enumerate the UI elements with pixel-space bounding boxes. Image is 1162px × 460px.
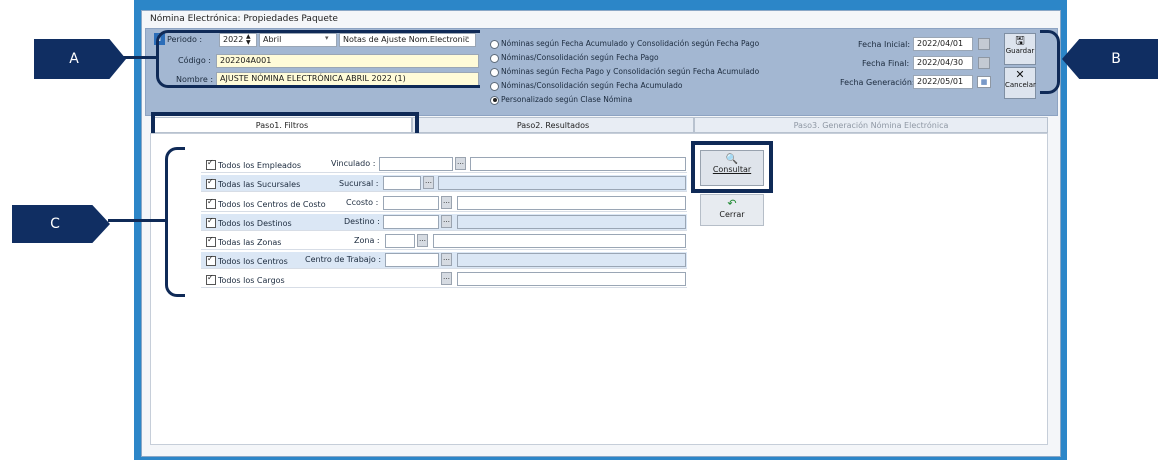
centro-input[interactable]	[385, 253, 439, 267]
check-label-ccosto: Todos los Centros de Costo	[218, 200, 326, 209]
checkbox-empleados[interactable]	[206, 158, 216, 170]
option-4-label: Nóminas/Consolidación según Fecha Acumul…	[501, 81, 683, 90]
option-3-label: Nóminas según Fecha Pago y Consolidación…	[501, 67, 760, 76]
lookup-icon-2[interactable]: …	[423, 176, 434, 189]
callout-b: B	[1062, 39, 1158, 79]
fecha-inicial-label: Fecha Inicial:	[858, 40, 911, 49]
cancelar-button[interactable]: ✕ Cancelar	[1004, 67, 1036, 99]
checkbox-destinos[interactable]	[206, 216, 216, 228]
tab-resultados[interactable]: Paso2. Resultados	[412, 117, 694, 133]
field-label-centro-trabajo: Centro de Trabajo :	[305, 255, 382, 264]
checkbox-sucursales[interactable]	[206, 177, 216, 189]
check-label-cargos: Todos los Cargos	[218, 276, 285, 285]
lookup-icon[interactable]: …	[455, 157, 466, 170]
zona-input[interactable]	[385, 234, 415, 248]
radio-icon[interactable]	[490, 39, 499, 49]
field-label-destino: Destino :	[344, 217, 380, 226]
undo-icon: ↶	[727, 197, 737, 210]
option-2[interactable]: Nóminas/Consolidación según Fecha Pago	[490, 53, 659, 63]
sucursal-input[interactable]	[383, 176, 421, 190]
vinculado-desc	[470, 157, 686, 171]
cancelar-label: Cancelar	[1005, 81, 1036, 89]
bracket-b	[1040, 30, 1060, 94]
floppy-disk-icon: 🖫	[1015, 34, 1025, 47]
filter-row-sucursales: Todas las Sucursales Sucursal : …	[201, 175, 687, 192]
destino-desc	[457, 215, 686, 229]
lookup-icon-3[interactable]: …	[441, 196, 452, 209]
calendar-icon[interactable]: ▦	[977, 76, 991, 88]
connector-a	[120, 56, 158, 59]
date-picker-icon-2[interactable]	[978, 57, 990, 69]
lookup-icon-6[interactable]: …	[441, 253, 452, 266]
filter-row-zonas: Todas las Zonas Zona : …	[201, 233, 687, 250]
checkbox-zonas[interactable]	[206, 235, 216, 247]
ccosto-desc	[457, 196, 686, 210]
field-label-sucursal: Sucursal :	[339, 179, 379, 188]
option-group: Nóminas según Fecha Acumulado y Consolid…	[490, 33, 790, 117]
bracket-a	[156, 30, 480, 88]
lookup-icon-7[interactable]: …	[441, 272, 452, 285]
bracket-c	[165, 147, 185, 297]
cerrar-label: Cerrar	[719, 210, 745, 219]
filter-row-empleados: Todos los Empleados Vinculado : …	[201, 156, 687, 173]
check-label-zonas: Todas las Zonas	[218, 238, 282, 247]
check-label-sucursales: Todas las Sucursales	[218, 180, 301, 189]
option-1[interactable]: Nóminas según Fecha Acumulado y Consolid…	[490, 39, 759, 49]
radio-icon[interactable]	[490, 53, 499, 63]
guardar-label: Guardar	[1005, 47, 1035, 55]
tab-generacion[interactable]: Paso3. Generación Nómina Electrónica	[694, 117, 1048, 133]
lookup-icon-4[interactable]: …	[441, 215, 452, 228]
callout-a: A	[34, 39, 126, 79]
destino-input[interactable]	[383, 215, 439, 229]
check-label-empleados: Todos los Empleados	[218, 161, 302, 170]
option-2-label: Nóminas/Consolidación según Fecha Pago	[501, 53, 659, 62]
check-label-centros: Todos los Centros	[218, 257, 288, 266]
field-label-vinculado: Vinculado :	[331, 159, 376, 168]
sucursal-desc	[438, 176, 686, 190]
callout-c: C	[12, 205, 110, 243]
ccosto-input[interactable]	[383, 196, 439, 210]
radio-selected-icon[interactable]	[490, 95, 499, 105]
window-title: Nómina Electrónica: Propiedades Paquete	[150, 14, 338, 24]
fecha-final-label: Fecha Final:	[862, 59, 910, 68]
close-icon: ✕	[1015, 68, 1025, 81]
cargo-desc	[457, 272, 686, 286]
option-3[interactable]: Nóminas según Fecha Pago y Consolidación…	[490, 67, 759, 77]
filter-row-centros: Todos los Centros Centro de Trabajo : …	[201, 252, 687, 269]
option-5-label: Personalizado según Clase Nómina	[501, 95, 633, 104]
cerrar-button[interactable]: ↶ Cerrar	[700, 194, 764, 226]
checkbox-ccosto[interactable]	[206, 197, 216, 209]
fecha-final-field[interactable]: 2022/04/30	[913, 56, 973, 70]
checkbox-centros[interactable]	[206, 254, 216, 266]
zona-desc	[433, 234, 686, 248]
date-picker-icon[interactable]	[978, 38, 990, 50]
filter-row-ccosto: Todos los Centros de Costo Ccosto : …	[201, 195, 687, 212]
fecha-inicial-field[interactable]: 2022/04/01	[913, 37, 973, 51]
radio-icon[interactable]	[490, 81, 499, 91]
connector-c	[108, 219, 166, 222]
radio-icon[interactable]	[490, 67, 499, 77]
fecha-generacion-label: Fecha Generación:	[840, 78, 915, 87]
check-label-destinos: Todos los Destinos	[218, 219, 292, 228]
option-1-label: Nóminas según Fecha Acumulado y Consolid…	[501, 39, 760, 48]
filter-row-destinos: Todos los Destinos Destino : …	[201, 214, 687, 231]
lookup-icon-5[interactable]: …	[417, 234, 428, 247]
option-4[interactable]: Nóminas/Consolidación según Fecha Acumul…	[490, 81, 682, 91]
field-label-zona: Zona :	[354, 236, 380, 245]
fecha-generacion-field[interactable]: 2022/05/01	[913, 75, 973, 89]
vinculado-input[interactable]	[379, 157, 453, 171]
option-5[interactable]: Personalizado según Clase Nómina	[490, 95, 632, 105]
centro-desc	[457, 253, 686, 267]
field-label-ccosto: Ccosto :	[346, 198, 379, 207]
highlight-consultar-box	[691, 141, 773, 193]
guardar-button[interactable]: 🖫 Guardar	[1004, 33, 1036, 65]
filter-row-cargos: Todos los Cargos …	[201, 271, 687, 288]
checkbox-cargos[interactable]	[206, 273, 216, 285]
